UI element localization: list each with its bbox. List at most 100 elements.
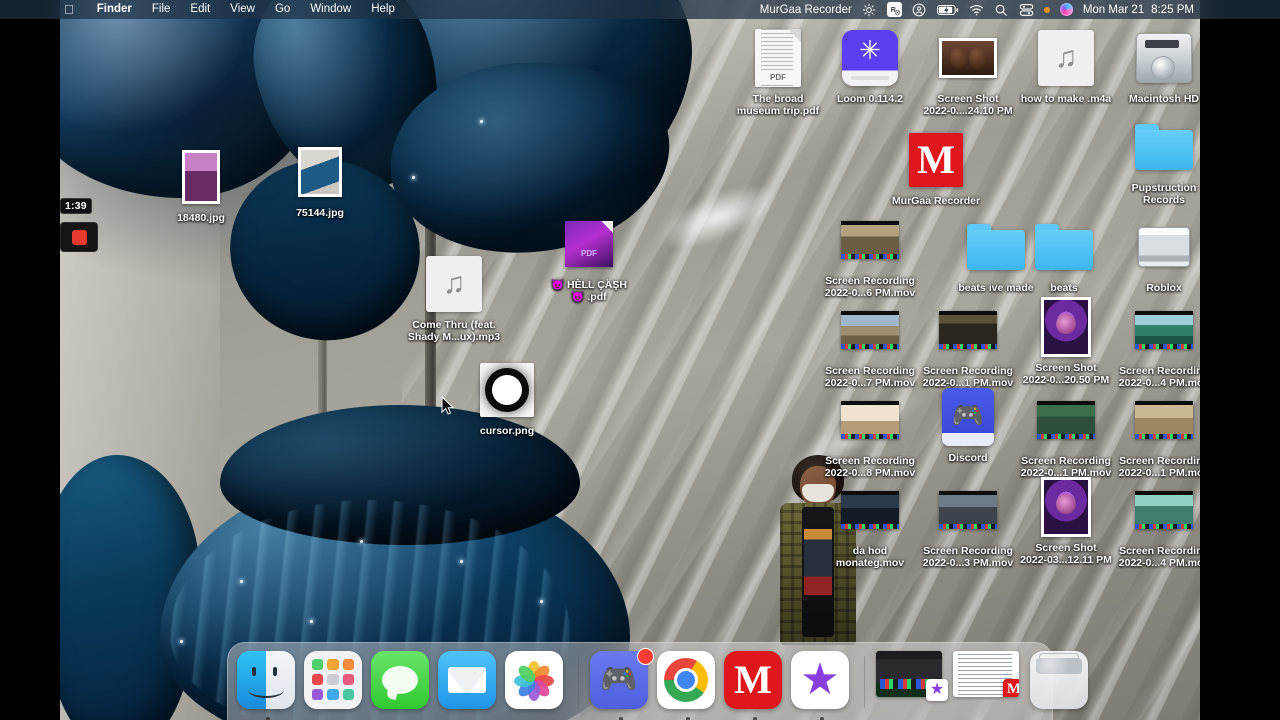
icon-label-line: 2022-03...12.11 PM bbox=[1020, 553, 1112, 566]
loom-app-icon: ✳ bbox=[838, 26, 902, 90]
icon-label-line: Screen Shot bbox=[937, 93, 999, 105]
movie-thumbnail-icon bbox=[838, 208, 902, 272]
search-spotlight-icon[interactable] bbox=[994, 2, 1009, 17]
dock-minimized-murgaa-window[interactable]: M bbox=[953, 650, 1025, 713]
sparkle-icon bbox=[412, 176, 415, 179]
desktop-icon-screen-recording-6pm[interactable]: Screen Recording 2022-0...6 PM.mov bbox=[822, 208, 918, 300]
battery-charging-icon[interactable] bbox=[936, 2, 959, 17]
desktop-icon-screen-recording-4pm-a[interactable]: Screen Recording 2022-0...4 PM.mov bbox=[1116, 298, 1212, 390]
icon-label-cursor-png: cursor.png bbox=[479, 425, 535, 437]
discord-app-icon: 🎮 bbox=[936, 385, 1000, 449]
movie-thumbnail-icon bbox=[936, 298, 1000, 362]
desktop-icon-screen-recording-7pm[interactable]: Screen Recording 2022-0...7 PM.mov bbox=[822, 298, 918, 390]
minimized-murgaa-window-icon: M bbox=[953, 650, 1019, 697]
user-account-icon[interactable] bbox=[912, 2, 927, 17]
photo-thumbnail-icon bbox=[169, 145, 233, 209]
icon-label-line: The broad bbox=[752, 93, 804, 105]
icon-label-line: Screen Recording bbox=[1119, 545, 1209, 557]
control-center-icon[interactable] bbox=[1019, 2, 1034, 17]
dock-item-discord[interactable]: 🎮 bbox=[590, 647, 654, 720]
menu-app-name[interactable]: Finder bbox=[87, 0, 142, 19]
desktop-icon-screen-shot-1211[interactable]: Screen Shot 2022-03...12.11 PM bbox=[1018, 475, 1114, 567]
menubar-time[interactable]: 8:25 PM bbox=[1151, 4, 1194, 16]
letterbox-right bbox=[1200, 0, 1280, 720]
dock-item-mail[interactable] bbox=[438, 650, 500, 713]
icon-label-line: da hod bbox=[852, 545, 888, 557]
siri-icon[interactable] bbox=[1059, 3, 1073, 16]
dock-item-murgaa-recorder[interactable]: M bbox=[724, 650, 786, 720]
movie-thumbnail-icon bbox=[1034, 388, 1098, 452]
menu-view[interactable]: View bbox=[220, 0, 265, 19]
icon-label-line: Come Thru (feat. bbox=[412, 319, 496, 331]
movie-thumbnail-icon bbox=[1132, 478, 1196, 542]
running-indicator-dot bbox=[820, 716, 824, 720]
icon-label-line: 2022-0...3 PM.mov bbox=[922, 556, 1014, 569]
icon-label-18480: 18480.jpg bbox=[177, 212, 225, 224]
icon-label-discord: Discord bbox=[948, 452, 988, 464]
murgaa-recorder-widget[interactable]: 1:39 bbox=[60, 196, 104, 252]
desktop-icon-75144-jpg[interactable]: 75144.jpg bbox=[272, 140, 368, 220]
menubar-date[interactable]: Mon Mar 21 bbox=[1083, 4, 1144, 16]
desktop-icon-cursor-png[interactable]: cursor.png bbox=[459, 358, 555, 438]
hell-cash-pdf-icon: PDF bbox=[557, 212, 621, 276]
desktop-icon-macintosh-hd[interactable]: Macintosh HD bbox=[1116, 26, 1212, 106]
desktop-icon-screen-shot-2050[interactable]: Screen Shot 2022-0...20.50 PM bbox=[1018, 295, 1114, 387]
menu-edit[interactable]: Edit bbox=[180, 0, 220, 19]
stop-recording-button[interactable] bbox=[60, 222, 98, 252]
brightness-sun-icon[interactable] bbox=[862, 2, 877, 17]
desktop-icon-screen-recording-4pm-b[interactable]: Screen Recording 2022-0...4 PM.mov bbox=[1116, 478, 1212, 570]
icon-label-line: Screen Recording bbox=[825, 365, 915, 377]
dock-minimized-imovie-window[interactable]: ★ bbox=[876, 650, 948, 713]
screenshot-restricted-icon[interactable]: R bbox=[886, 2, 902, 17]
desktop-icon-screen-recording-8pm[interactable]: Screen Recording 2022-0...8 PM.mov bbox=[822, 388, 918, 480]
desktop-icon-the-broad-museum-trip-pdf[interactable]: PDF The broad museum trip.pdf bbox=[730, 26, 826, 118]
desktop-icon-da-hod-monateg[interactable]: da hod monateg.mov bbox=[822, 478, 918, 570]
chrome-icon bbox=[657, 650, 715, 709]
menu-go[interactable]: Go bbox=[265, 0, 300, 19]
icon-label-line: 2022-0...4 PM.mov bbox=[1118, 556, 1210, 569]
desktop-icon-screen-shot-24-10[interactable]: Screen Shot 2022-0....24.10 PM bbox=[920, 26, 1016, 118]
discord-notification-badge bbox=[637, 647, 654, 665]
desktop-icon-screen-recording-1pm-c[interactable]: Screen Recording 2022-0...1 PM.mov bbox=[1116, 388, 1212, 480]
dock-separator bbox=[578, 655, 579, 708]
minimized-imovie-window-icon: ★ bbox=[876, 650, 948, 701]
dock-item-messages[interactable] bbox=[371, 650, 433, 713]
dock-item-photos[interactable] bbox=[505, 650, 567, 713]
desktop-icon-hell-cash-pdf[interactable]: PDF 😈 HÈLL ÇÄŞH 😈 .pdf bbox=[541, 212, 637, 304]
dock-item-launchpad[interactable] bbox=[304, 650, 366, 713]
menu-window[interactable]: Window bbox=[300, 0, 361, 19]
menu-file[interactable]: File bbox=[142, 0, 181, 19]
dock-item-trash[interactable] bbox=[1030, 650, 1092, 713]
desktop-icon-discord[interactable]: 🎮 Discord bbox=[920, 385, 1016, 465]
dock-item-finder[interactable] bbox=[237, 650, 299, 720]
dock[interactable]: 🎮 M ★ ★ M bbox=[227, 642, 1088, 720]
mail-icon bbox=[438, 650, 496, 709]
desktop-icon-beats[interactable]: beats bbox=[1016, 215, 1112, 295]
desktop-icon-18480-jpg[interactable]: 18480.jpg bbox=[153, 145, 249, 225]
desktop-icon-loom[interactable]: ✳ Loom 0.114.2 bbox=[822, 26, 918, 106]
apple-logo-icon[interactable]:  bbox=[64, 3, 74, 16]
desktop-icon-pupstruction-records[interactable]: Pupstruction Records bbox=[1116, 115, 1212, 207]
desktop-icon-screen-recording-3pm[interactable]: Screen Recording 2022-0...3 PM.mov bbox=[920, 478, 1016, 570]
icon-label-line: Screen Recording bbox=[825, 275, 915, 287]
dock-item-imovie[interactable]: ★ bbox=[791, 650, 853, 720]
wifi-icon[interactable] bbox=[969, 2, 984, 17]
icon-label-line: Pupstruction bbox=[1131, 182, 1197, 194]
desktop-icon-murgaa-recorder[interactable]: M MurGaa Recorder bbox=[888, 128, 984, 208]
cursor-png-icon bbox=[475, 358, 539, 422]
dock-item-chrome[interactable] bbox=[657, 650, 719, 720]
movie-thumbnail-icon bbox=[936, 478, 1000, 542]
desktop-icon-how-to-make-m4a[interactable]: ♫ how to make .m4a bbox=[1018, 26, 1114, 106]
murgaa-icon: M bbox=[724, 650, 782, 709]
folder-icon bbox=[1132, 115, 1196, 179]
sparkle-icon bbox=[480, 120, 483, 123]
photo-thumbnail-icon bbox=[1034, 475, 1098, 539]
menu-bar[interactable]:  Finder File Edit View Go Window Help M… bbox=[0, 0, 1280, 19]
desktop-icon-come-thru-mp3[interactable]: ♫ Come Thru (feat. Shady M...ux).mp3 bbox=[406, 252, 502, 344]
menubar-status-app-name[interactable]: MurGaa Recorder bbox=[760, 4, 852, 16]
desktop-icon-screen-recording-1pm-a[interactable]: Screen Recording 2022-0...1 PM.mov bbox=[920, 298, 1016, 390]
icon-label-loom: Loom 0.114.2 bbox=[837, 93, 903, 105]
menu-help[interactable]: Help bbox=[361, 0, 405, 19]
desktop-icon-roblox[interactable]: Roblox bbox=[1116, 215, 1212, 295]
desktop-icon-screen-recording-1pm-b[interactable]: Screen Recording 2022-0...1 PM.mov bbox=[1018, 388, 1114, 480]
